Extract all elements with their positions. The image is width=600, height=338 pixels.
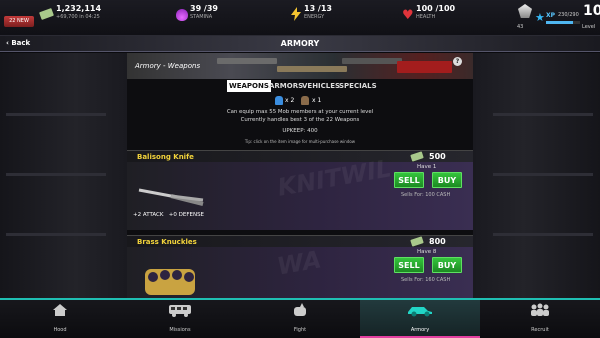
title-bar: ARMORY ‹ Back (0, 36, 600, 52)
background-art-left (0, 53, 127, 298)
energy-stat[interactable]: 13 /13 ENERGY (304, 4, 332, 20)
item-header: Brass Knuckles 800 (127, 235, 473, 247)
xp-label: XP (546, 12, 556, 19)
health-value: 100 /100 (416, 4, 456, 13)
cash-icon (39, 8, 54, 20)
sell-price: Sells For: 160 CASH (401, 277, 451, 283)
armory-banner: Armory - Weapons ? (127, 53, 473, 79)
item-price: 800 (429, 237, 446, 246)
mob-member-icon (275, 96, 283, 105)
energy-value: 13 /13 (304, 4, 332, 13)
page-title: ARMORY (280, 39, 320, 48)
item-name: Balisong Knife (137, 153, 194, 161)
xp-value: 230/290 (558, 12, 579, 18)
star-icon: ★ (535, 11, 545, 24)
health-stat[interactable]: 100 /100 HEALTH (416, 4, 455, 20)
item-stats: +2 ATTACK +0 DEFENSE (133, 212, 204, 218)
weapon-slot-icon (301, 96, 309, 105)
health-label: HEALTH (416, 14, 436, 20)
rank-icon[interactable] (518, 4, 532, 18)
rank-count: 43 (517, 24, 524, 30)
item-card-brass-knuckles: Brass Knuckles 800 WA Have 8 SELL BUY Se… (127, 235, 473, 298)
nav-missions[interactable]: Missions (120, 300, 240, 338)
xp-progress-bar (546, 21, 580, 24)
handles-best-text: Currently handles best 3 of the 22 Weapo… (240, 117, 360, 123)
tip-text: Tip: click on the item image for multi-p… (244, 139, 356, 144)
stat-bar: 22 NEW 1,232,114 +69,700 in 04:25 39 /39… (0, 0, 600, 36)
nav-label: Recruit (531, 327, 549, 333)
level-number: 10 (583, 3, 600, 19)
rifle-art (217, 58, 277, 64)
tab-vehicles[interactable]: VEHICLES (300, 80, 342, 92)
balisong-knife-image[interactable] (135, 166, 207, 212)
graffiti-art: WA (274, 245, 324, 281)
tab-specials[interactable]: SPECIALS (337, 80, 379, 92)
stamina-icon (176, 9, 188, 21)
cash-stat[interactable]: 1,232,114 +69,700 in 04:25 (56, 4, 101, 20)
heart-icon: ♥ (402, 8, 414, 23)
armory-panel: Armory - Weapons ? WEAPONS ARMORS VEHICL… (127, 53, 473, 298)
nav-hood[interactable]: Hood (0, 300, 120, 338)
energy-icon (291, 7, 301, 21)
sell-button[interactable]: SELL (394, 172, 424, 188)
car-icon (408, 307, 432, 317)
buy-button[interactable]: BUY (432, 172, 462, 188)
nav-label: Hood (53, 327, 67, 333)
nav-label: Fight (293, 327, 307, 333)
bus-icon (169, 305, 191, 317)
sell-button[interactable]: SELL (394, 257, 424, 273)
item-card-balisong-knife: Balisong Knife 500 KNITWIL +2 ATTACK +0 … (127, 150, 473, 230)
multiplier-a: x 2 (285, 97, 295, 104)
cash-icon (410, 236, 424, 247)
owned-count: Have 1 (417, 164, 437, 170)
minigun-art (397, 61, 452, 73)
multiplier-b: x 1 (312, 97, 322, 104)
tab-weapons[interactable]: WEAPONS (227, 80, 271, 92)
nav-label: Armory (410, 327, 430, 333)
banner-title: Armory - Weapons (135, 62, 201, 70)
cash-value: 1,232,114 (56, 4, 102, 13)
equip-multipliers: x 2 x 1 (275, 96, 335, 106)
stamina-stat[interactable]: 39 /39 STAMINA (190, 4, 218, 20)
upkeep-text: UPKEEP: 400 (282, 128, 318, 134)
item-price: 500 (429, 152, 446, 161)
fist-icon (294, 303, 306, 316)
level-label: Level (582, 24, 596, 30)
equip-limit-text: Can equip max 55 Mob members at your cur… (226, 109, 374, 115)
sell-price: Sells For: 100 CASH (401, 192, 451, 198)
defense-stat: +0 DEFENSE (168, 212, 205, 218)
xp-progress-fill (546, 21, 573, 24)
cash-rate: +69,700 in 04:25 (56, 14, 100, 20)
nav-recruit[interactable]: Recruit (480, 300, 600, 338)
item-header: Balisong Knife 500 (127, 150, 473, 162)
buy-button[interactable]: BUY (432, 257, 462, 273)
new-badge[interactable]: 22 NEW (4, 16, 34, 27)
owned-count: Have 8 (417, 249, 437, 255)
back-button[interactable]: ‹ Back (6, 39, 30, 47)
stamina-label: STAMINA (190, 14, 213, 20)
nav-label: Missions (169, 327, 191, 333)
stamina-value: 39 /39 (190, 4, 218, 13)
attack-stat: +2 ATTACK (133, 212, 164, 218)
sniper-art (342, 58, 402, 64)
item-name: Brass Knuckles (137, 238, 197, 246)
cash-icon (410, 151, 424, 162)
shotgun-art (277, 66, 347, 72)
back-label: Back (11, 39, 31, 47)
brass-knuckles-image[interactable] (135, 251, 207, 297)
background-art-right (473, 53, 600, 298)
bottom-nav: Hood Missions Fight Armory Recruit (0, 298, 600, 338)
help-icon[interactable]: ? (453, 57, 462, 66)
nav-armory[interactable]: Armory (360, 300, 480, 338)
crowd-icon (531, 303, 549, 316)
energy-label: ENERGY (304, 14, 325, 20)
nav-fight[interactable]: Fight (240, 300, 360, 338)
house-icon (53, 304, 67, 316)
